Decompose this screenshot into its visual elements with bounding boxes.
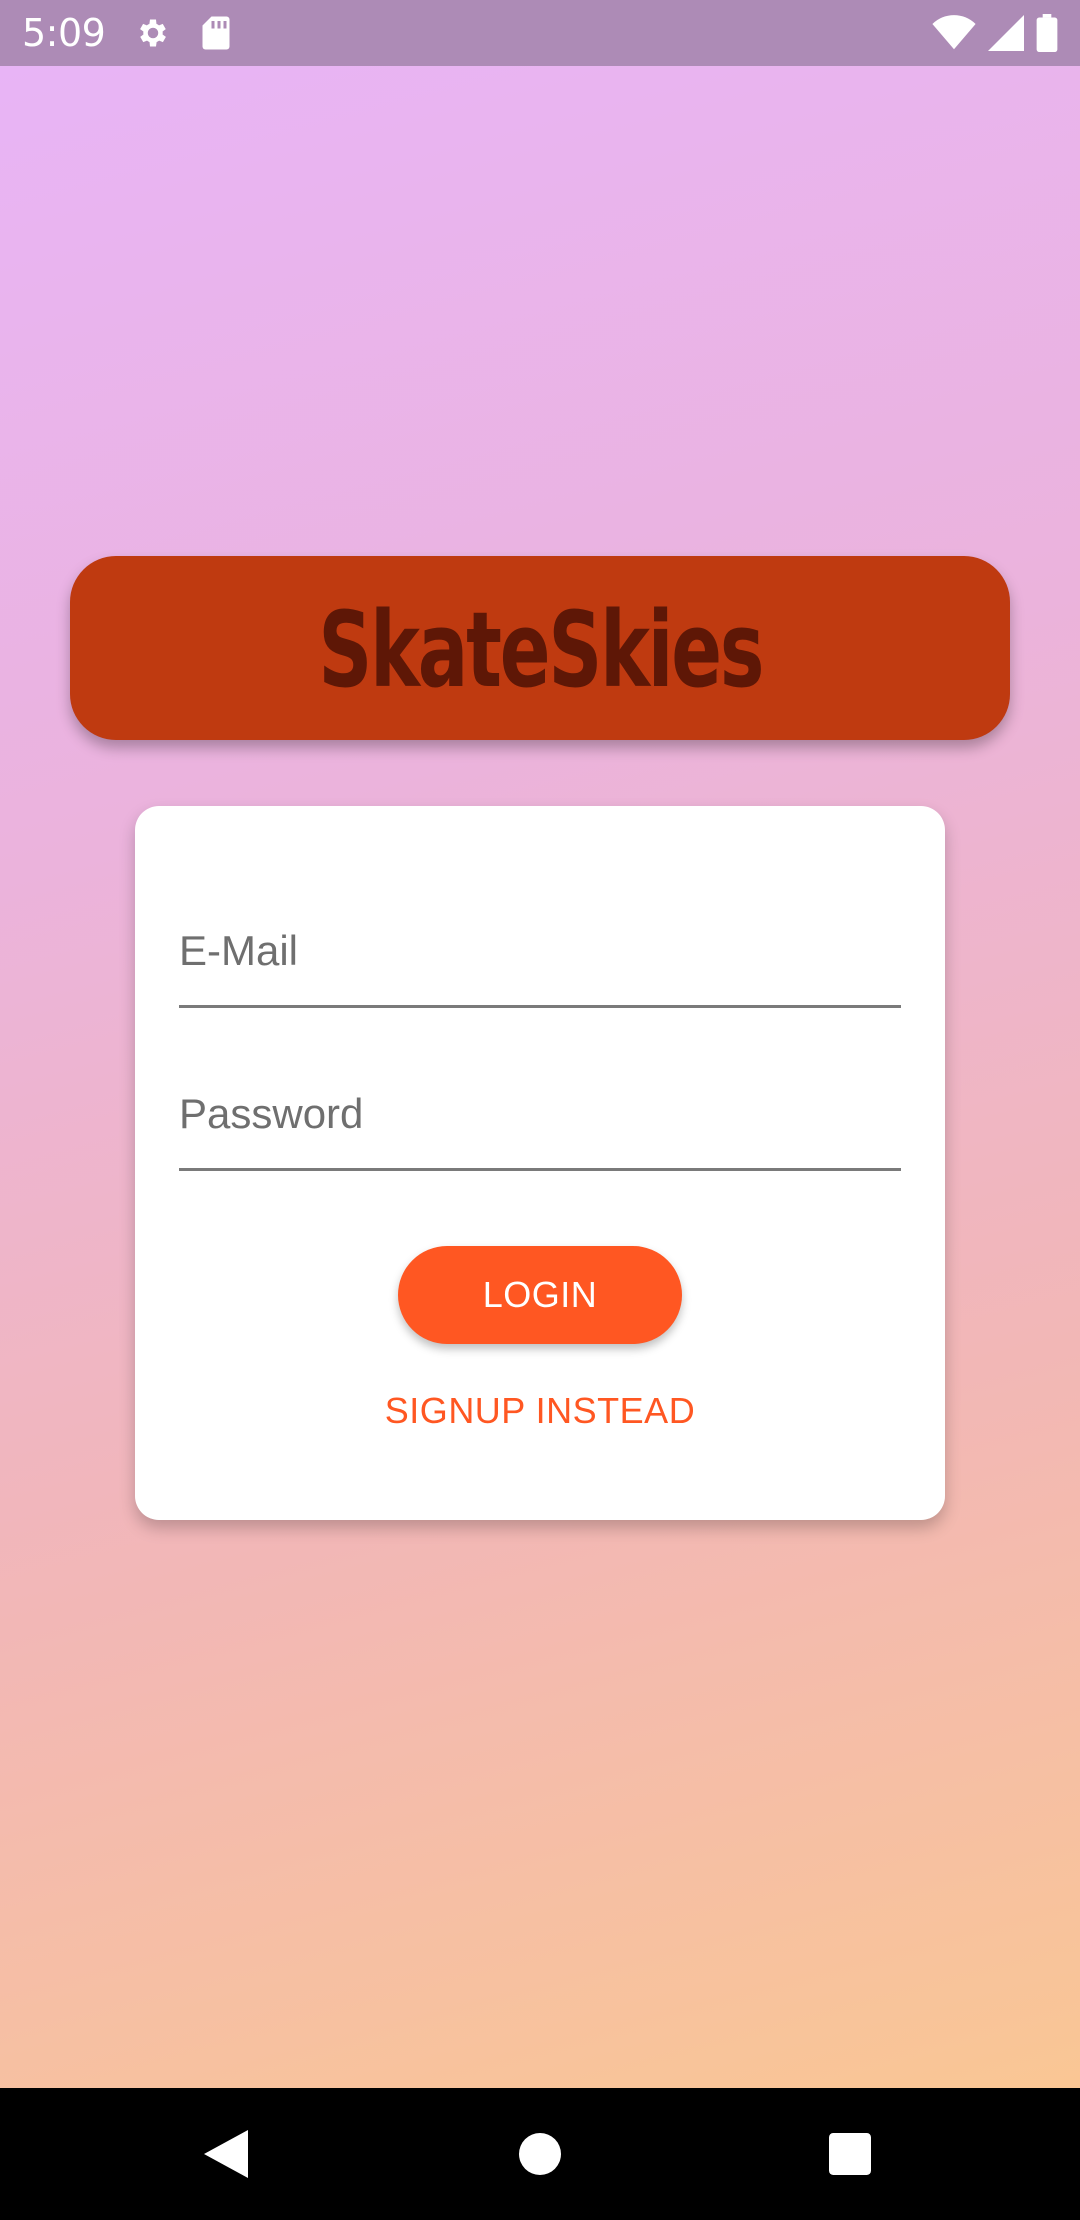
recents-button[interactable]: [790, 2088, 910, 2220]
status-bar: 5:09: [0, 0, 1080, 66]
status-left: 5:09: [22, 11, 231, 55]
email-field-container: [179, 888, 901, 1008]
brand-banner: SkateSkies: [70, 556, 1010, 740]
back-icon: [204, 2130, 248, 2178]
login-button[interactable]: LOGIN: [398, 1246, 682, 1344]
signup-instead-link[interactable]: SIGNUP INSTEAD: [135, 1390, 945, 1432]
status-right: [932, 14, 1058, 52]
login-card: LOGIN SIGNUP INSTEAD: [135, 806, 945, 1520]
sd-card-icon: [202, 16, 230, 50]
status-time: 5:09: [22, 11, 106, 55]
password-field-container: [179, 1051, 901, 1171]
recents-icon: [829, 2133, 871, 2175]
wifi-icon: [932, 15, 976, 50]
back-button[interactable]: [166, 2088, 286, 2220]
battery-icon: [1036, 14, 1058, 52]
email-input[interactable]: [179, 927, 901, 975]
cellular-signal-icon: [988, 15, 1024, 51]
password-input[interactable]: [179, 1090, 901, 1138]
brand-logo-text: SkateSkies: [318, 589, 764, 711]
settings-icon: [140, 19, 167, 47]
navigation-bar: [0, 2088, 1080, 2220]
home-icon: [519, 2133, 561, 2175]
home-button[interactable]: [480, 2088, 600, 2220]
